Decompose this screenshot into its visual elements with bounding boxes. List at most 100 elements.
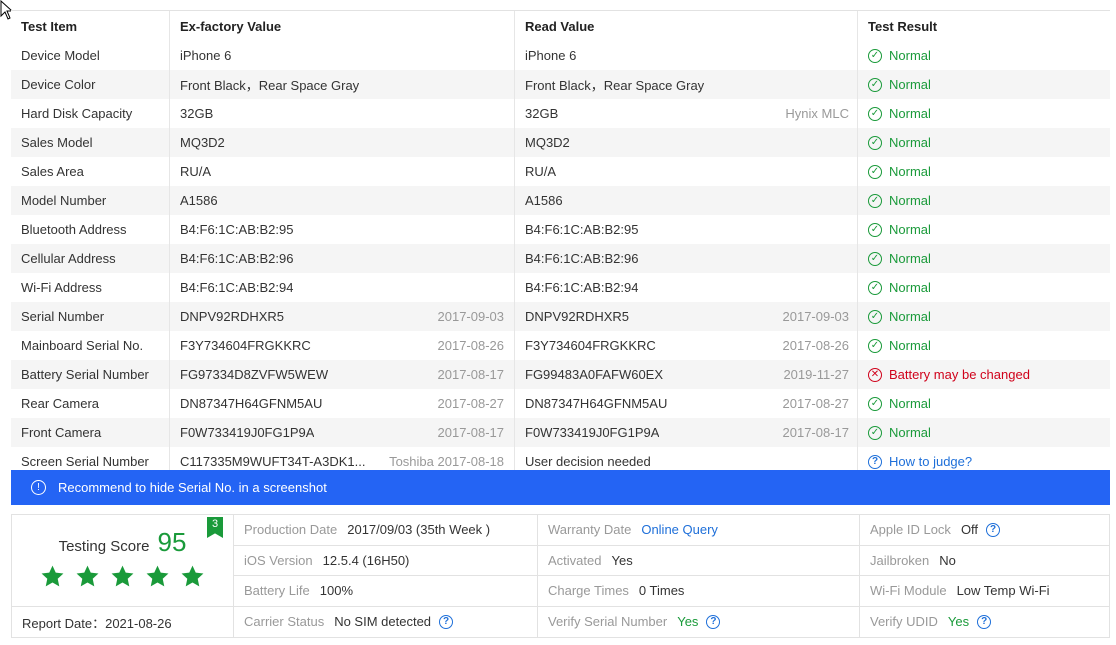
test-result: ✓ Normal [868, 396, 931, 411]
activated-label: Activated [548, 552, 602, 568]
read-value-cell: DNPV92RDHXR5 2017-09-03 [515, 302, 858, 331]
ex-factory-value: B4:F6:1C:AB:B2:94 [180, 280, 294, 295]
test-result-text: Normal [889, 425, 931, 440]
check-circle-icon: ✓ [868, 193, 882, 208]
read-value: B4:F6:1C:AB:B2:94 [525, 280, 639, 295]
test-item-cell: Mainboard Serial No. [11, 331, 170, 360]
apple-id-lock-label: Apple ID Lock [870, 522, 951, 538]
test-item-cell: Cellular Address [11, 244, 170, 273]
carrier-status-cell: Carrier Status No SIM detected ? [234, 607, 537, 638]
carrier-help-icon[interactable]: ? [439, 614, 454, 629]
ex-factory-value: DNPV92RDHXR5 [180, 309, 285, 324]
question-circle-icon: ? [868, 454, 882, 469]
read-meta: 2017-08-17 [782, 425, 850, 440]
table-row: Sales Area RU/A RU/A ✓ Normal [11, 157, 1110, 186]
table-row: Mainboard Serial No. F3Y734604FRGKKRC 2017… [11, 331, 1110, 360]
test-result-text: Normal [889, 106, 931, 121]
test-result-cell: ✓ Normal [858, 418, 1110, 447]
wifi-module-value: Low Temp Wi-Fi [956, 583, 1050, 599]
carrier-status-label: Carrier Status [244, 614, 325, 630]
production-date-value: 2017/09/03 (35th Week ) [347, 522, 491, 538]
test-result-cell: ✓ Normal [858, 244, 1110, 273]
wifi-module-cell: Wi-Fi Module Low Temp Wi-Fi [859, 576, 1109, 607]
warranty-date-label: Warranty Date [548, 522, 632, 538]
ios-version-cell: iOS Version 12.5.4 (16H50) [234, 546, 537, 576]
hide-serial-banner: ! Recommend to hide Serial No. in a scre… [11, 470, 1110, 505]
table-row: Serial Number DNPV92RDHXR5 2017-09-03 DNPV9… [11, 302, 1110, 331]
test-result-cell: ✓ Normal [858, 157, 1110, 186]
read-value-cell: FG99483A0FAFW60EX 2019-11-27 [515, 360, 858, 389]
verify-udid-label: Verify UDID [870, 614, 938, 630]
test-result-cell: ✓ Normal [858, 70, 1110, 99]
read-value-cell: DN87347H64GFNM5AU 2017-08-27 [515, 389, 858, 418]
table-row: Battery Serial Number FG97334D8ZVFW5WEW 20… [11, 360, 1110, 389]
table-row: Hard Disk Capacity 32GB 32GB Hynix MLC ✓ Norm… [11, 99, 1110, 128]
ex-factory-cell: 32GB [170, 99, 515, 128]
test-result-cell: ✓ Normal [858, 273, 1110, 302]
check-circle-icon: ✓ [868, 106, 882, 121]
ex-factory-meta: Toshiba 2017-08-18 [389, 454, 504, 469]
verify-serial-help-icon[interactable]: ? [706, 614, 721, 629]
test-results-table: Test Item Ex-factory Value Read Value Te… [11, 10, 1110, 476]
test-result-text: Normal [889, 48, 931, 63]
test-result[interactable]: ? How to judge? [868, 454, 972, 469]
read-value: F3Y734604FRGKKRC [525, 338, 656, 353]
verify-udid-help-icon[interactable]: ? [977, 614, 992, 629]
check-circle-icon: ✓ [868, 338, 882, 353]
test-result-text: Normal [889, 396, 931, 411]
read-value-cell: B4:F6:1C:AB:B2:94 [515, 273, 858, 302]
read-meta: 2017-08-27 [782, 396, 850, 411]
header-test-result: Test Result [868, 18, 938, 34]
check-circle-icon: ✓ [868, 135, 882, 150]
apple-id-lock-cell: Apple ID Lock Off ? [859, 515, 1109, 546]
test-item-cell: Sales Area [11, 157, 170, 186]
device-summary-panel: 3 Testing Score 95 Report Date：2021-08-2… [11, 514, 1110, 638]
table-header-row: Test Item Ex-factory Value Read Value Te… [11, 11, 1110, 41]
carrier-status-value: No SIM detected [334, 614, 432, 630]
test-result-text: Normal [889, 251, 931, 266]
table-row: Cellular Address B4:F6:1C:AB:B2:96 B4:F6:1… [11, 244, 1110, 273]
ex-factory-value: FG97334D8ZVFW5WEW [180, 367, 329, 382]
read-value: RU/A [525, 164, 557, 179]
test-result: ✓ Normal [868, 193, 931, 208]
x-circle-icon: ✕ [868, 367, 882, 382]
read-value-cell: Front Black，Rear Space Gray [515, 70, 858, 99]
test-item-cell: Front Camera [11, 418, 170, 447]
test-result-cell: ✓ Normal [858, 389, 1110, 418]
ex-factory-cell: F3Y734604FRGKKRC 2017-08-26 [170, 331, 515, 360]
test-result: ✓ Normal [868, 309, 931, 324]
test-result: ✓ Normal [868, 425, 931, 440]
activated-value: Yes [611, 552, 633, 568]
read-value: User decision needed [525, 454, 651, 469]
ex-factory-value: B4:F6:1C:AB:B2:95 [180, 222, 294, 237]
check-circle-icon: ✓ [868, 48, 882, 63]
header-read-value: Read Value [515, 11, 858, 41]
read-meta: 2017-09-03 [782, 309, 850, 324]
read-value: DN87347H64GFNM5AU [525, 396, 668, 411]
check-circle-icon: ✓ [868, 251, 882, 266]
ex-factory-meta: 2017-08-26 [437, 338, 505, 353]
jailbroken-label: Jailbroken [870, 552, 930, 568]
apple-id-help-icon[interactable]: ? [986, 522, 1001, 537]
ex-factory-value: iPhone 6 [180, 48, 232, 63]
table-row: Bluetooth Address B4:F6:1C:AB:B2:95 B4:F6:… [11, 215, 1110, 244]
ex-factory-value: 32GB [180, 106, 214, 121]
ex-factory-cell: A1586 [170, 186, 515, 215]
read-value: A1586 [525, 193, 563, 208]
read-value: Front Black，Rear Space Gray [525, 78, 705, 93]
ex-factory-value: DN87347H64GFNM5AU [180, 396, 323, 411]
ex-factory-value: F0W733419J0FG1P9A [180, 425, 315, 440]
test-result-text: Battery may be changed [889, 367, 1030, 382]
online-query-link[interactable]: Online Query [641, 522, 718, 537]
ex-factory-cell: MQ3D2 [170, 128, 515, 157]
verify-serial-label: Verify Serial Number [548, 614, 668, 630]
test-item-cell: Serial Number [11, 302, 170, 331]
read-value: MQ3D2 [525, 135, 570, 150]
summary-grid: Production Date 2017/09/03 (35th Week ) … [234, 515, 1109, 637]
read-value-cell: B4:F6:1C:AB:B2:96 [515, 244, 858, 273]
read-value-cell: MQ3D2 [515, 128, 858, 157]
test-item-cell: Wi-Fi Address [11, 273, 170, 302]
check-circle-icon: ✓ [868, 425, 882, 440]
production-date-label: Production Date [244, 522, 338, 538]
header-test-item: Test Item [11, 11, 170, 41]
